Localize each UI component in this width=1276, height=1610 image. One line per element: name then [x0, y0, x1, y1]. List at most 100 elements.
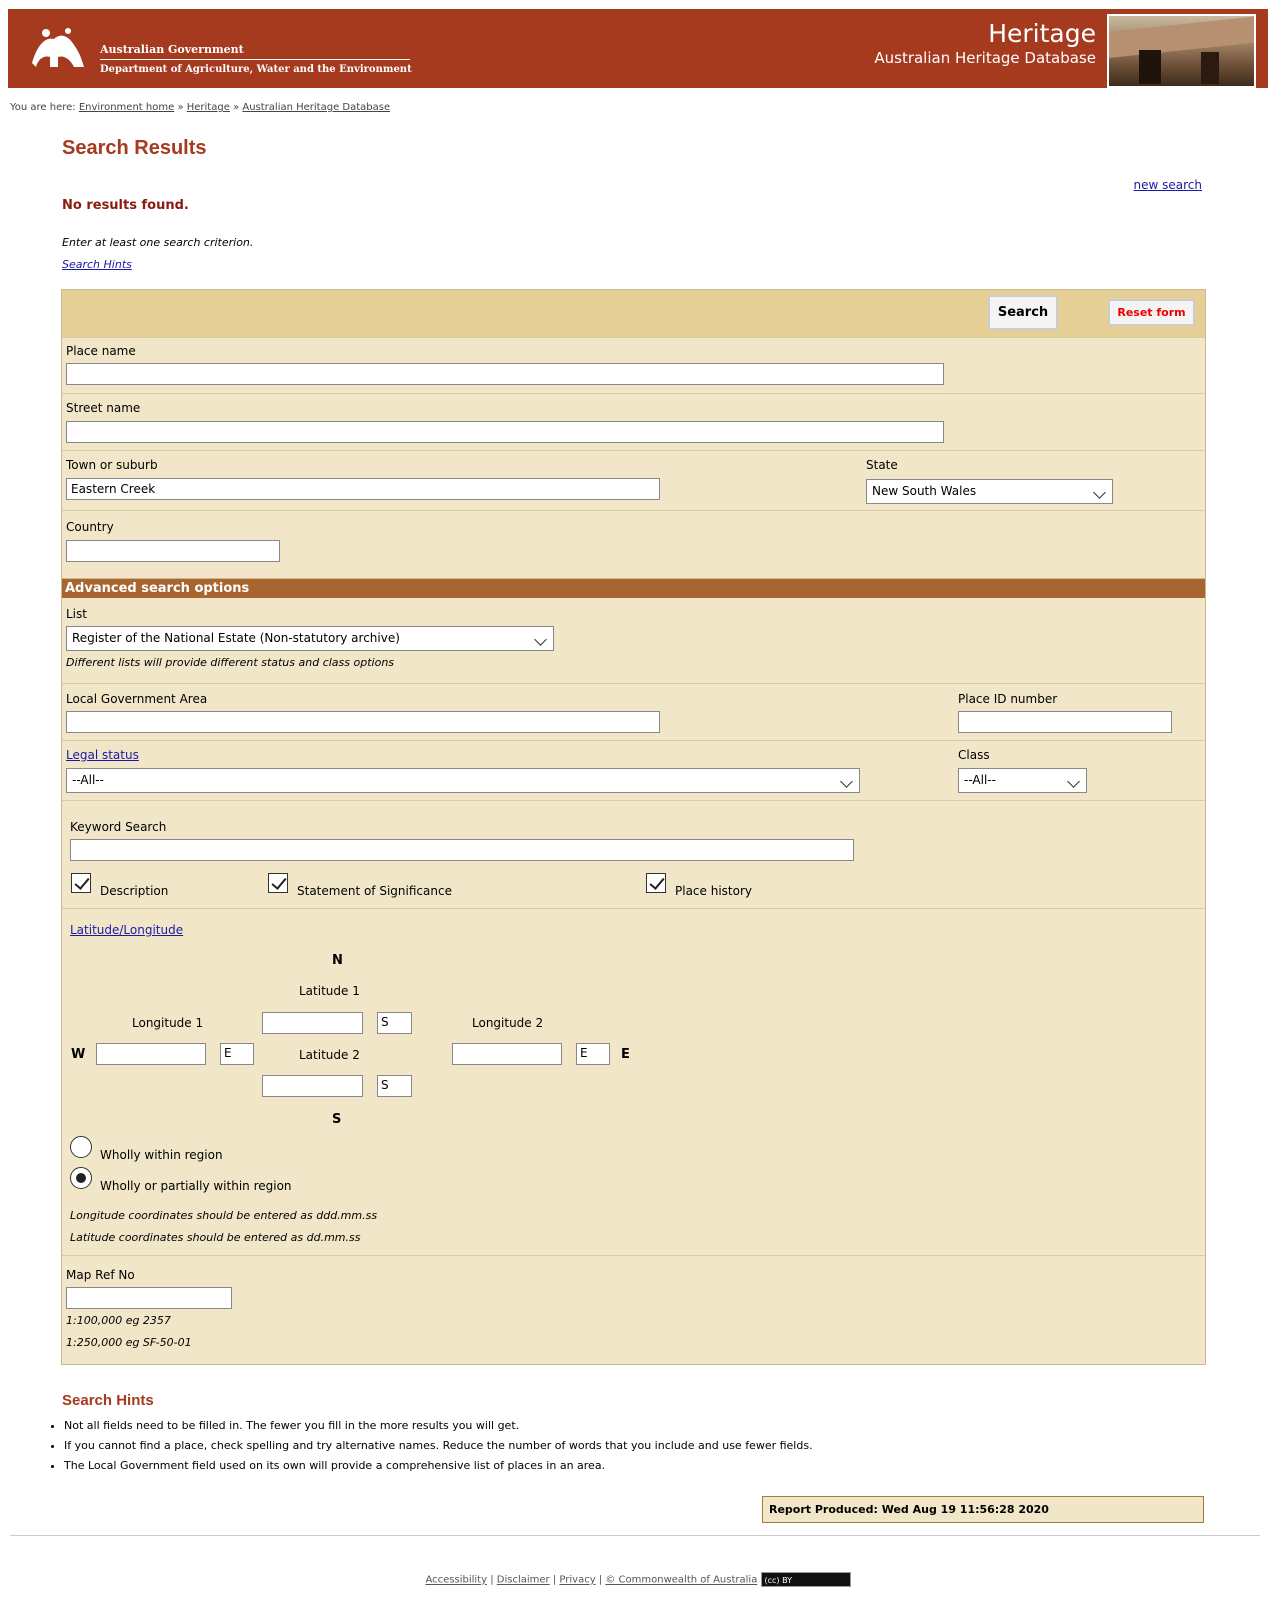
new-search-link[interactable]: new search: [1134, 178, 1202, 192]
place-name-label: Place name: [66, 344, 136, 358]
place-history-checkbox[interactable]: [646, 873, 666, 893]
footer-separator: |: [552, 1574, 557, 1586]
breadcrumb: You are here: Environment home » Heritag…: [10, 102, 390, 113]
legal-status-select[interactable]: --All--: [66, 768, 860, 793]
no-results-message: No results found.: [62, 198, 189, 213]
form-toolbar: Search Reset form: [62, 290, 1205, 337]
latitude-2-input[interactable]: [262, 1075, 363, 1097]
north-label: N: [332, 953, 343, 968]
footer-separator: |: [598, 1574, 603, 1586]
partially-within-radio[interactable]: [70, 1167, 92, 1189]
list-label: List: [66, 607, 87, 621]
keyword-row: Keyword Search Description Statement of …: [62, 800, 1205, 909]
site-brand[interactable]: Heritage Australian Heritage Database: [874, 19, 1096, 67]
search-form: Search Reset form Place name Street name…: [61, 289, 1206, 579]
lga-label: Local Government Area: [66, 692, 208, 706]
description-checkbox[interactable]: [71, 873, 91, 893]
longitude-1-input[interactable]: [96, 1043, 206, 1065]
longitude-2-input[interactable]: [452, 1043, 562, 1065]
town-input[interactable]: [66, 478, 660, 500]
gov-divider: [100, 59, 410, 60]
street-name-row: Street name: [62, 393, 1205, 451]
town-state-row: Town or suburb State New South Wales: [62, 450, 1205, 511]
street-name-input[interactable]: [66, 421, 944, 443]
keyword-label: Keyword Search: [70, 820, 167, 834]
list-item: The Local Government field used on its o…: [64, 1456, 813, 1476]
chevron-down-icon: [1093, 486, 1106, 499]
class-value: --All--: [964, 773, 996, 787]
partially-within-label: Wholly or partially within region: [100, 1179, 292, 1193]
latitude-2-hemisphere[interactable]: S: [377, 1075, 412, 1097]
latitude-1-input[interactable]: [262, 1012, 363, 1034]
wholly-within-label: Wholly within region: [100, 1148, 223, 1162]
search-button[interactable]: Search: [988, 295, 1058, 330]
place-name-row: Place name: [62, 337, 1205, 394]
west-label: W: [71, 1047, 86, 1062]
legal-status-link[interactable]: Legal status: [66, 748, 139, 762]
footer-copyright-link[interactable]: © Commonwealth of Australia: [605, 1575, 757, 1586]
longitude-1-hemisphere[interactable]: E: [220, 1043, 254, 1065]
footer-privacy-link[interactable]: Privacy: [559, 1575, 595, 1586]
place-id-input[interactable]: [958, 711, 1172, 733]
criterion-message: Enter at least one search criterion.: [62, 236, 254, 249]
state-select[interactable]: New South Wales: [866, 479, 1113, 504]
class-select[interactable]: --All--: [958, 768, 1087, 793]
longitude-2-hemisphere[interactable]: E: [576, 1043, 610, 1065]
search-hints-list: Not all fields need to be filled in. The…: [46, 1416, 813, 1476]
significance-checkbox[interactable]: [268, 873, 288, 893]
advanced-search-panel: Advanced search options List Register of…: [61, 578, 1206, 1365]
country-input[interactable]: [66, 540, 280, 562]
breadcrumb-heritage-database[interactable]: Australian Heritage Database: [242, 102, 390, 113]
longitude-format-note: Longitude coordinates should be entered …: [70, 1209, 378, 1222]
footer: Accessibility | Disclaimer | Privacy | ©…: [0, 1572, 1276, 1587]
list-note: Different lists will provide different s…: [66, 656, 395, 669]
keyword-input[interactable]: [70, 839, 854, 861]
latitude-1-label: Latitude 1: [299, 984, 360, 998]
place-name-input[interactable]: [66, 363, 944, 385]
chevron-down-icon: [840, 775, 853, 788]
latitude-2-label: Latitude 2: [299, 1048, 360, 1062]
legal-status-row: Legal status --All-- Class --All--: [62, 740, 1205, 801]
list-select[interactable]: Register of the National Estate (Non-sta…: [66, 626, 554, 651]
latitude-format-note: Latitude coordinates should be entered a…: [70, 1231, 361, 1244]
report-timestamp: Report Produced: Wed Aug 19 11:56:28 202…: [762, 1496, 1204, 1523]
list-item: If you cannot find a place, check spelli…: [64, 1436, 813, 1456]
footer-divider: [10, 1535, 1260, 1536]
lat-long-link[interactable]: Latitude/Longitude: [70, 923, 183, 937]
state-select-value: New South Wales: [872, 484, 977, 498]
map-ref-input[interactable]: [66, 1287, 232, 1309]
east-label: E: [621, 1047, 630, 1062]
photo-roof: [1109, 16, 1254, 59]
creative-commons-icon[interactable]: (cc) BY: [760, 1572, 851, 1587]
reset-form-button[interactable]: Reset form: [1108, 299, 1195, 326]
footer-accessibility-link[interactable]: Accessibility: [425, 1575, 487, 1586]
list-row: List Register of the National Estate (No…: [62, 598, 1205, 683]
significance-checkbox-label: Statement of Significance: [297, 884, 452, 898]
place-id-label: Place ID number: [958, 692, 1058, 706]
photo-doorway: [1139, 50, 1161, 84]
footer-disclaimer-link[interactable]: Disclaimer: [497, 1575, 550, 1586]
breadcrumb-heritage[interactable]: Heritage: [187, 102, 230, 113]
longitude-1-label: Longitude 1: [132, 1016, 204, 1030]
lga-input[interactable]: [66, 711, 660, 733]
breadcrumb-separator: »: [177, 102, 184, 113]
site-banner: Australian Government Department of Agri…: [8, 9, 1268, 88]
description-checkbox-label: Description: [100, 884, 169, 898]
wholly-within-radio[interactable]: [70, 1136, 92, 1158]
south-label: S: [332, 1112, 342, 1127]
latitude-1-hemisphere[interactable]: S: [377, 1012, 412, 1034]
advanced-search-heading: Advanced search options: [62, 579, 1205, 598]
map-ref-row: Map Ref No 1:100,000 eg 2357 1:250,000 e…: [62, 1255, 1205, 1364]
state-label: State: [866, 458, 898, 472]
chevron-down-icon: [534, 633, 547, 646]
footer-separator: |: [490, 1574, 494, 1586]
legal-status-value: --All--: [72, 773, 104, 787]
map-ref-label: Map Ref No: [66, 1268, 135, 1282]
breadcrumb-environment-home[interactable]: Environment home: [79, 102, 174, 113]
search-hints-link[interactable]: Search Hints: [62, 258, 132, 271]
map-ref-example-2: 1:250,000 eg SF-50-01: [66, 1336, 192, 1349]
heritage-photo: [1107, 14, 1256, 88]
lga-row: Local Government Area Place ID number: [62, 683, 1205, 741]
place-history-checkbox-label: Place history: [675, 884, 752, 898]
country-label: Country: [66, 520, 114, 534]
